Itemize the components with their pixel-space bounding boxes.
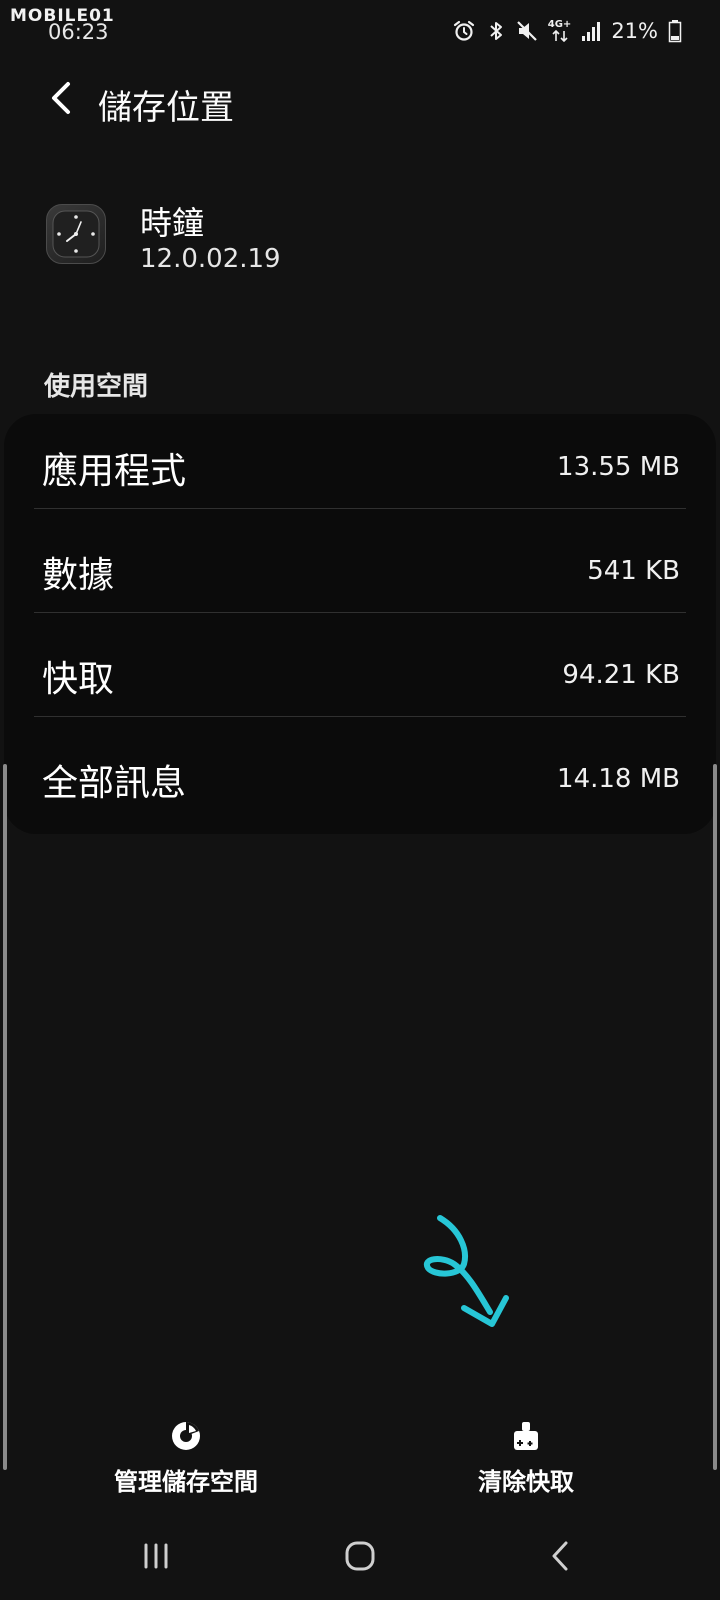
page-title: 儲存位置 <box>98 88 234 128</box>
usage-row-label: 應用程式 <box>42 451 187 492</box>
battery-percentage: 21% <box>611 19 658 43</box>
scrollbar-right[interactable] <box>713 764 717 1470</box>
header: 儲存位置 <box>0 70 720 130</box>
storage-usage-card: 應用程式 13.55 MB 數據 541 KB 快取 94.21 KB 全部訊息… <box>4 414 716 834</box>
back-icon <box>550 1540 570 1576</box>
app-name: 時鐘 <box>140 204 205 242</box>
status-bar: 06:23 4G+ 21% <box>0 0 720 60</box>
signal-icon <box>581 20 601 42</box>
clock-app-icon <box>46 204 106 264</box>
section-label-usage: 使用空間 <box>44 372 149 402</box>
broom-icon <box>511 1420 541 1456</box>
battery-icon <box>668 19 682 43</box>
pie-chart-icon <box>170 1420 202 1456</box>
manage-storage-button[interactable]: 管理儲存空間 <box>66 1418 306 1508</box>
usage-row-value: 14.18 MB <box>557 764 680 794</box>
bottom-action-bar: 管理儲存空間 清除快取 <box>0 1418 720 1508</box>
usage-row-label: 全部訊息 <box>42 763 187 804</box>
recents-icon <box>141 1542 171 1574</box>
clear-cache-button[interactable]: 清除快取 <box>406 1418 646 1508</box>
divider <box>34 508 686 509</box>
usage-row-label: 快取 <box>42 659 115 700</box>
clear-cache-label: 清除快取 <box>478 1468 574 1496</box>
scrollbar-left[interactable] <box>3 764 7 1470</box>
usage-row-value: 541 KB <box>587 556 680 586</box>
divider <box>34 612 686 613</box>
app-version: 12.0.02.19 <box>140 244 281 274</box>
status-icons: 4G+ 21% <box>452 16 682 46</box>
status-time: 06:23 <box>48 20 109 44</box>
usage-row-label: 數據 <box>42 555 115 596</box>
network-label: 4G+ <box>547 19 572 30</box>
home-button[interactable] <box>330 1538 390 1578</box>
recents-button[interactable] <box>126 1538 186 1578</box>
usage-row-total: 全部訊息 14.18 MB <box>4 726 716 832</box>
usage-row-value: 13.55 MB <box>557 452 680 482</box>
app-info: 時鐘 12.0.02.19 <box>46 198 666 288</box>
usage-row-cache: 快取 94.21 KB <box>4 622 716 728</box>
home-icon <box>344 1540 376 1576</box>
network-4g-icon: 4G+ <box>547 19 572 42</box>
usage-row-value: 94.21 KB <box>562 660 680 690</box>
mute-icon <box>516 19 538 43</box>
divider <box>34 716 686 717</box>
alarm-icon <box>452 19 476 43</box>
back-button[interactable] <box>40 80 80 120</box>
annotation-arrow-icon <box>423 1215 509 1327</box>
navigation-bar <box>0 1520 720 1600</box>
usage-row-data: 數據 541 KB <box>4 518 716 624</box>
bluetooth-icon <box>486 19 506 43</box>
manage-storage-label: 管理儲存空間 <box>114 1468 258 1496</box>
chevron-left-icon <box>48 81 72 119</box>
nav-back-button[interactable] <box>530 1538 590 1578</box>
usage-row-app: 應用程式 13.55 MB <box>4 414 716 520</box>
